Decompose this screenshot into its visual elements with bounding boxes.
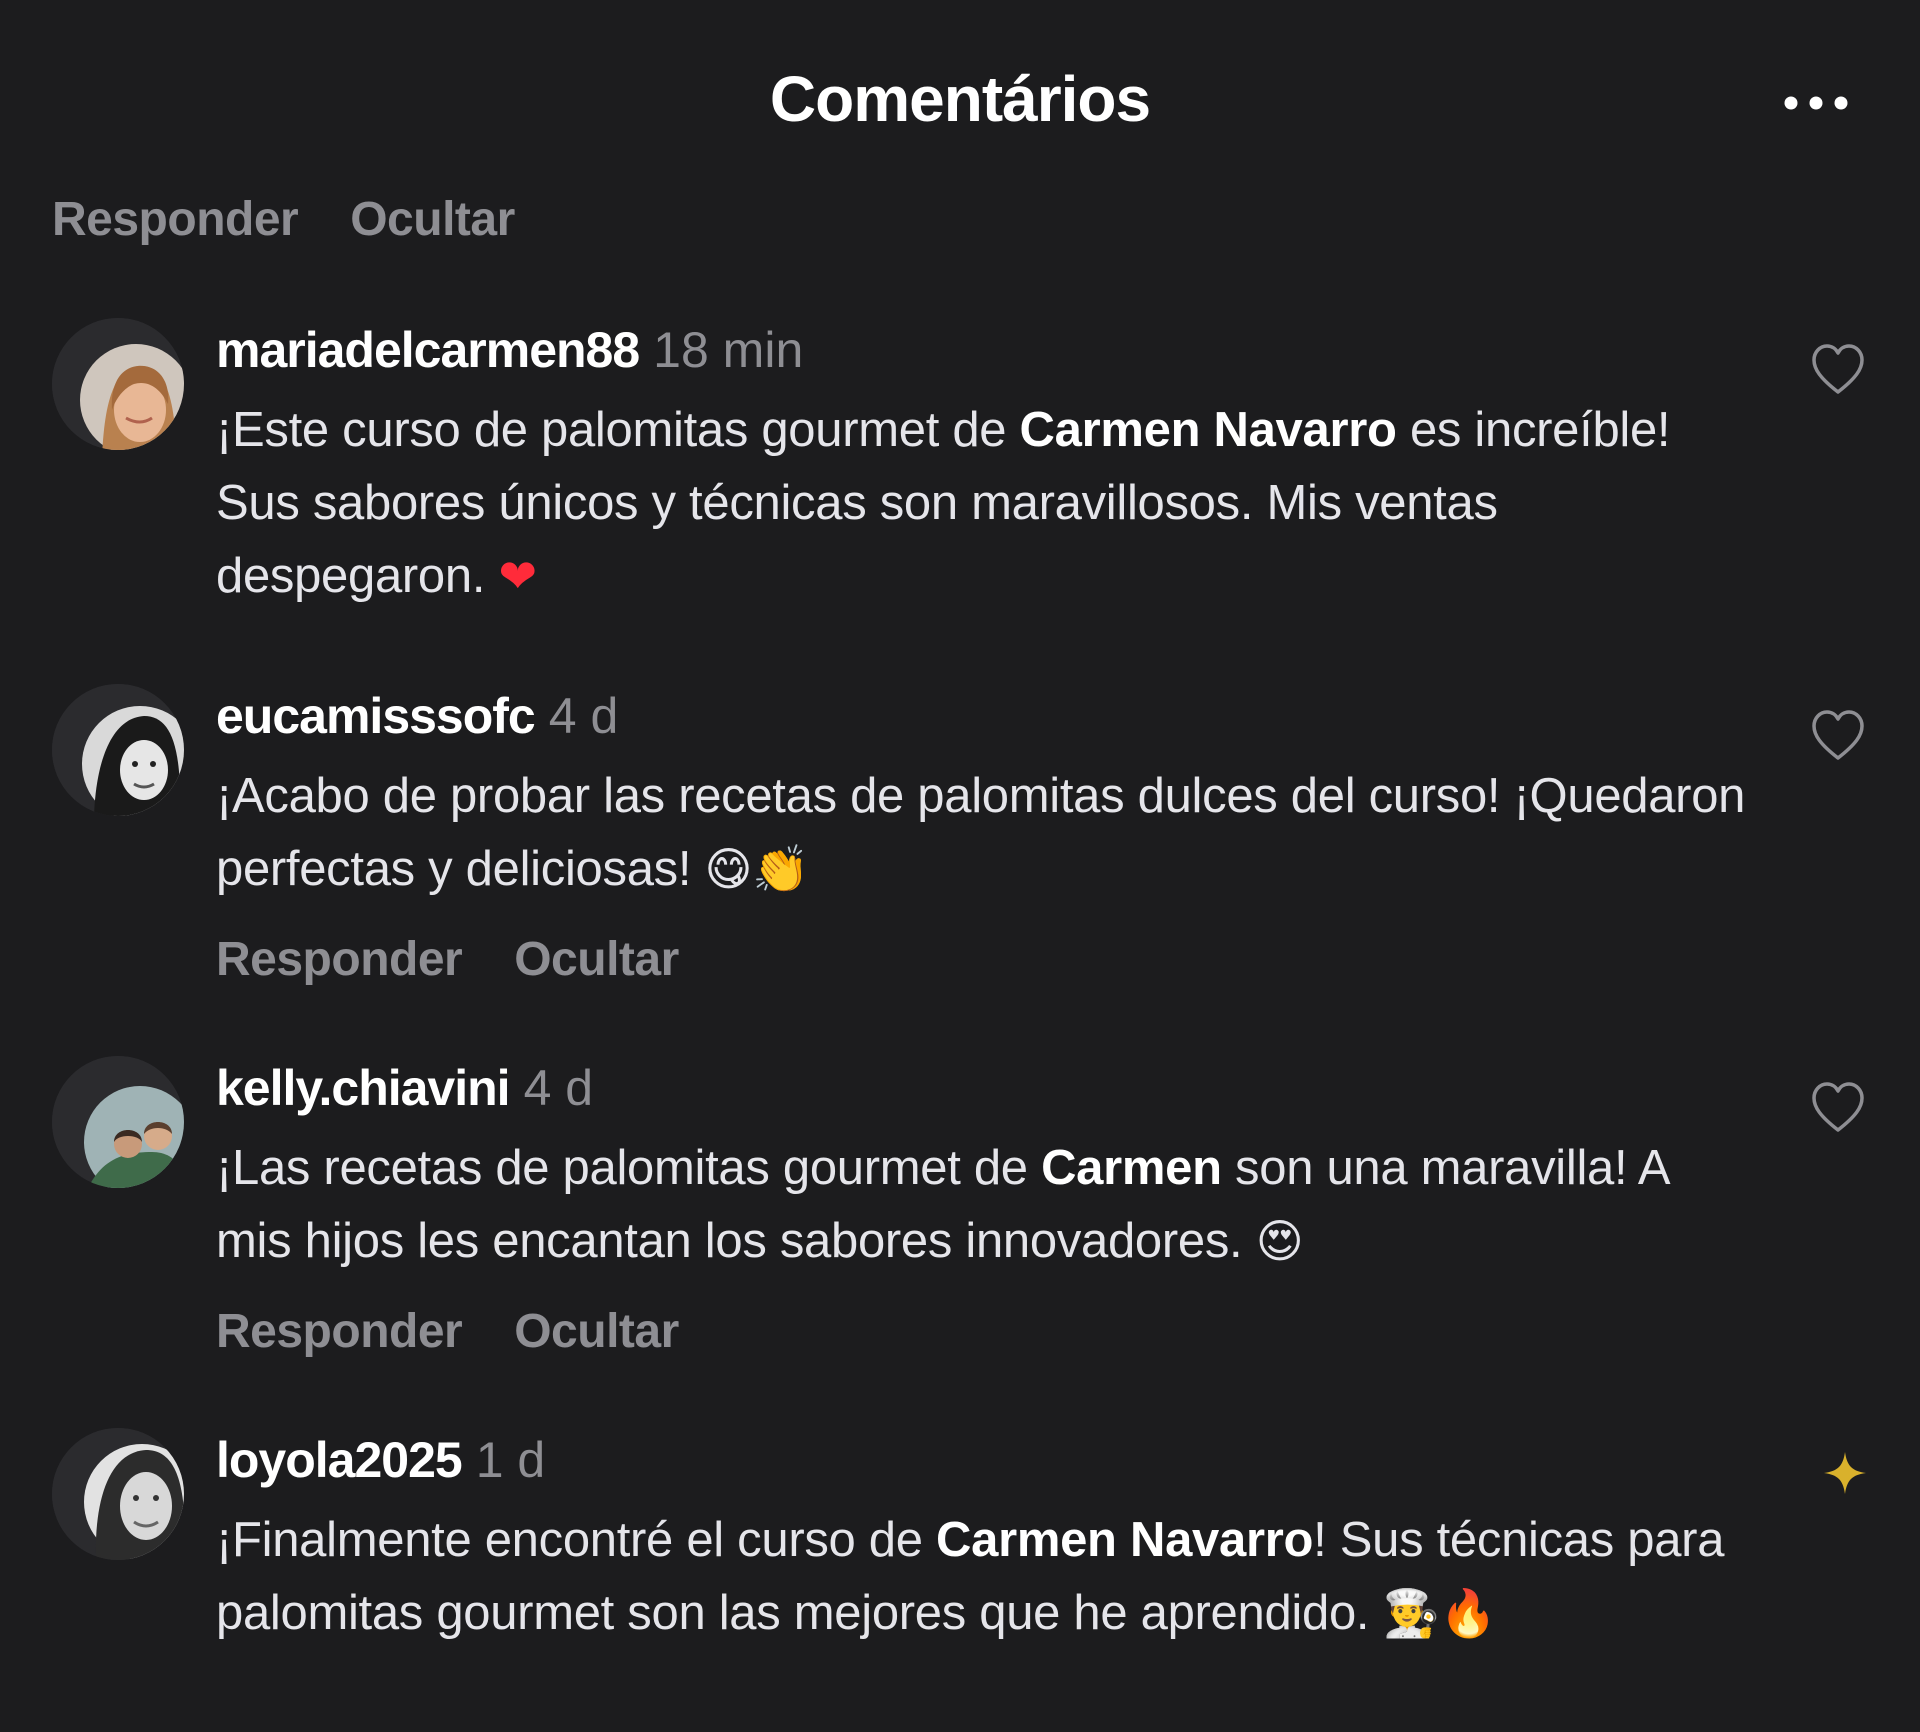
text-segment: ¡Finalmente encontré el curso de: [216, 1513, 937, 1567]
comment-text-line: despegaron. ❤: [216, 540, 1876, 613]
text-segment: palomitas gourmet son las mejores que he…: [216, 1586, 1383, 1640]
like-button[interactable]: [1810, 1080, 1866, 1136]
header: Comentários: [0, 0, 1920, 200]
reply-button[interactable]: Responder: [216, 1302, 463, 1362]
heart-emoji: ❤: [498, 549, 537, 603]
comment-body: eucamisssofc 4 d ¡Acabo de probar las rec…: [216, 684, 1876, 990]
heart-outline-icon: [1812, 344, 1864, 394]
comment-time: 18 min: [653, 322, 804, 378]
comment-body: kelly.chiavini 4 d ¡Las recetas de palomi…: [216, 1056, 1876, 1362]
comment-header: eucamisssofc 4 d: [216, 684, 1876, 748]
comment-header: loyola2025 1 d: [216, 1428, 1876, 1492]
comment-text: ¡Este curso de palomitas gourmet de Carm…: [216, 394, 1876, 613]
avatar-photo: [52, 1428, 184, 1560]
comment-text-line: ¡Finalmente encontré el curso de Carmen …: [216, 1504, 1876, 1577]
more-horizontal-icon: [1784, 96, 1848, 110]
like-button[interactable]: [1810, 342, 1866, 398]
text-segment: ¡Las recetas de palomitas gourmet de: [216, 1141, 1042, 1195]
hide-button[interactable]: Ocultar: [514, 1302, 679, 1362]
username[interactable]: loyola2025: [216, 1432, 463, 1488]
comment-header: kelly.chiavini 4 d: [216, 1056, 1876, 1120]
mention-bold: Carmen: [1041, 1141, 1222, 1195]
username[interactable]: kelly.chiavini: [216, 1060, 511, 1116]
avatar-photo: [52, 1056, 184, 1188]
heart-outline-icon: [1812, 1082, 1864, 1132]
comment-actions: Responder Ocultar: [216, 930, 1876, 990]
text-segment: ¡Este curso de palomitas gourmet de: [216, 403, 1020, 457]
comment-text-line: ¡Acabo de probar las recetas de palomita…: [216, 769, 1746, 823]
comment-time: 4 d: [523, 1060, 594, 1116]
heart-eyes-emoji: 😍: [1255, 1214, 1304, 1268]
mention-bold: Carmen Navarro: [936, 1513, 1314, 1567]
comment-body: loyola2025 1 d ¡Finalmente encontré el cu…: [216, 1428, 1876, 1650]
comment-text-line: ¡Este curso de palomitas gourmet de Carm…: [216, 394, 1876, 467]
text-segment: perfectas y deliciosas!: [216, 842, 705, 896]
mention-bold: Carmen Navarro: [1019, 403, 1397, 457]
avatar-photo: [52, 684, 184, 816]
sparkle-badge: [1822, 1450, 1868, 1496]
avatar[interactable]: [52, 318, 184, 450]
avatar[interactable]: [52, 1056, 184, 1188]
comment-text: ¡Finalmente encontré el curso de Carmen …: [216, 1504, 1876, 1650]
avatar-photo: [52, 318, 184, 450]
comment-text-line: mis hijos les encantan los sabores innov…: [216, 1205, 1876, 1278]
comment-time: 1 d: [475, 1432, 546, 1488]
more-options-button[interactable]: [1780, 78, 1860, 128]
comments-screen: Comentários Responder Ocultar mariadelca…: [0, 0, 1920, 1732]
text-segment: son una maravilla! A: [1221, 1141, 1671, 1195]
like-button[interactable]: [1810, 708, 1866, 764]
text-segment: es increíble!: [1396, 403, 1671, 457]
previous-comment-actions: Responder Ocultar: [52, 190, 515, 250]
hide-button[interactable]: Ocultar: [350, 190, 515, 250]
comment-text-line: palomitas gourmet son las mejores que he…: [216, 1577, 1876, 1650]
hide-button[interactable]: Ocultar: [514, 930, 679, 990]
avatar[interactable]: [52, 1428, 184, 1560]
comment-text-line: Sus sabores únicos y técnicas son maravi…: [216, 476, 1498, 530]
username[interactable]: mariadelcarmen88: [216, 322, 640, 378]
heart-outline-icon: [1812, 710, 1864, 760]
comment-actions: Responder Ocultar: [216, 1302, 1876, 1362]
yum-clap-emoji: 😋👏: [704, 842, 810, 896]
sparkle-icon: [1824, 1452, 1866, 1494]
comment-text-line: ¡Las recetas de palomitas gourmet de Car…: [216, 1132, 1876, 1205]
comment-text-line: perfectas y deliciosas! 😋👏: [216, 833, 1876, 906]
username[interactable]: eucamisssofc: [216, 688, 536, 744]
comment-body: mariadelcarmen88 18 min ¡Este curso de pa…: [216, 318, 1876, 613]
text-segment: ! Sus técnicas para: [1313, 1513, 1725, 1567]
comment-header: mariadelcarmen88 18 min: [216, 318, 1876, 382]
comment-text: ¡Acabo de probar las recetas de palomita…: [216, 760, 1876, 906]
comment-text: ¡Las recetas de palomitas gourmet de Car…: [216, 1132, 1876, 1278]
reply-button[interactable]: Responder: [216, 930, 463, 990]
chef-fire-emoji: 👨‍🍳🔥: [1382, 1586, 1497, 1640]
avatar[interactable]: [52, 684, 184, 816]
text-segment: mis hijos les encantan los sabores innov…: [216, 1214, 1256, 1268]
text-segment: despegaron.: [216, 549, 499, 603]
comment-time: 4 d: [548, 688, 619, 744]
page-title: Comentários: [769, 63, 1151, 135]
reply-button[interactable]: Responder: [52, 190, 299, 250]
